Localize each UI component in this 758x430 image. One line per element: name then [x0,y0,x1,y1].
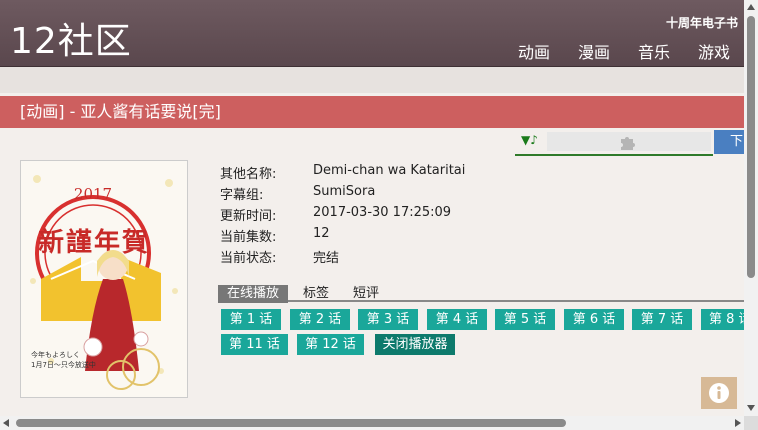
episode-button-4[interactable]: 第 4 话 [427,309,487,330]
tab-tags[interactable]: 标签 [294,285,338,303]
info-row-episodes: 当前集数: 12 [220,226,465,247]
anime-info: 其他名称: Demi-chan wa Kataritai 字幕组: SumiSo… [220,163,465,268]
content-tabs: 在线播放 标签 短评 [218,282,744,303]
info-row-status: 当前状态: 完结 [220,247,465,268]
puzzle-icon [621,137,635,150]
info-label: 字幕组: [220,188,264,203]
cover-big-text: 新謹年賀 [38,227,148,258]
tab-online-play[interactable]: 在线播放 [218,285,289,303]
scroll-right-arrow[interactable] [735,419,741,427]
scroll-down-arrow[interactable] [747,405,755,411]
info-label: 更新时间: [220,209,277,224]
episode-button-2[interactable]: 第 2 话 [290,309,350,330]
episode-button-3[interactable]: 第 3 话 [358,309,418,330]
page-title: [动画] - 亚人酱有话要说[完] [0,96,744,128]
nav-item-manga[interactable]: 漫画 [578,39,610,63]
nav-item-games[interactable]: 游戏 [698,39,730,63]
music-note-icon[interactable]: ▼♪ [521,133,538,147]
scroll-up-arrow[interactable] [747,4,755,10]
episode-button-5[interactable]: 第 5 话 [495,309,555,330]
cover-note-line1: 今年もよろしく [31,350,80,359]
cover-illustration: 2017 新謹年賀 今年もよろしく 1月7日～只今放送中 [21,161,187,397]
info-label: 其他名称: [220,167,277,182]
main-nav: 动画 漫画 音乐 游戏 [490,39,730,63]
info-value: Demi-chan wa Kataritai [313,163,466,178]
info-value: SumiSora [313,184,376,199]
cover-image: 2017 新謹年賀 今年もよろしく 1月7日～只今放送中 [20,160,188,398]
episode-button-8[interactable]: 第 8 话 [701,309,744,330]
vertical-scroll-thumb[interactable] [747,16,755,278]
nav-item-music[interactable]: 音乐 [638,39,670,63]
episode-button-6[interactable]: 第 6 话 [564,309,624,330]
info-label: 当前状态: [220,251,277,266]
episode-button-12[interactable]: 第 12 话 [297,334,364,355]
info-row-updated: 更新时间: 2017-03-30 17:25:09 [220,205,465,226]
close-player-button[interactable]: 关闭播放器 [375,334,455,355]
info-row-subgroup: 字幕组: SumiSora [220,184,465,205]
cover-year: 2017 [74,185,112,203]
site-logo[interactable]: 12社区 [10,12,132,64]
plugin-placeholder [547,132,711,151]
info-value: 2017-03-30 17:25:09 [313,205,452,220]
horizontal-scrollbar[interactable] [0,416,744,430]
horizontal-scroll-thumb[interactable] [16,419,566,427]
nav-item-anime[interactable]: 动画 [518,39,550,63]
info-value: 完结 [313,251,340,266]
sub-nav-strip [0,67,744,93]
scroll-left-arrow[interactable] [3,419,9,427]
music-player[interactable]: ▼♪ [515,130,713,156]
info-button[interactable] [701,377,737,409]
download-button[interactable]: 下 [714,130,744,154]
tab-short-reviews[interactable]: 短评 [344,285,388,303]
episode-button-1[interactable]: 第 1 话 [221,309,281,330]
episode-button-7[interactable]: 第 7 话 [632,309,692,330]
info-value: 12 [313,226,330,241]
info-row-alias: 其他名称: Demi-chan wa Kataritai [220,163,465,184]
ebook-link[interactable]: 十周年电子书 [666,14,738,31]
site-header: 12社区 十周年电子书 动画 漫画 音乐 游戏 [0,0,744,67]
vertical-scrollbar[interactable] [744,0,758,416]
info-icon [709,383,729,403]
scrollbar-corner [744,416,758,430]
cover-note-line2: 1月7日～只今放送中 [31,360,96,369]
info-label: 当前集数: [220,230,277,245]
episode-button-11[interactable]: 第 11 话 [221,334,288,355]
